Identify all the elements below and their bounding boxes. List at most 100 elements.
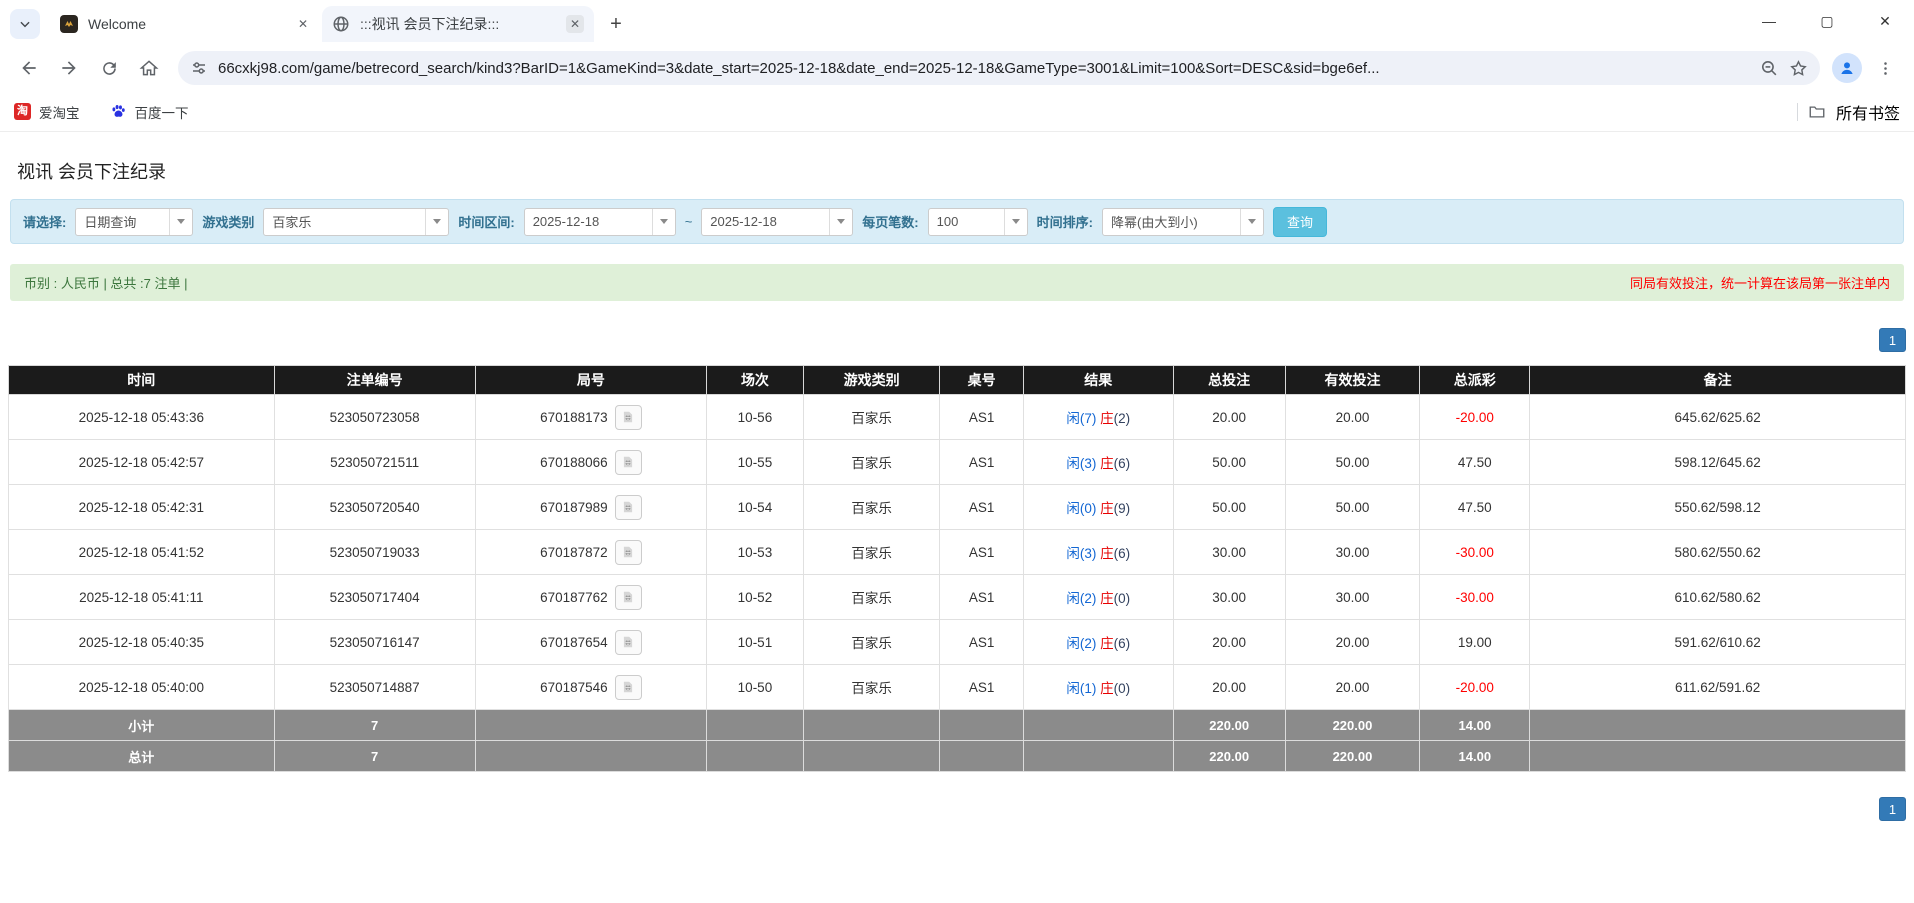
replay-media-button[interactable] <box>615 495 642 520</box>
tab-welcome[interactable]: Welcome ✕ <box>50 6 322 42</box>
per-page-select[interactable]: 100 <box>928 208 1028 236</box>
replay-media-button[interactable] <box>615 630 642 655</box>
baidu-paw-icon <box>110 103 127 120</box>
media-icon <box>621 635 635 649</box>
tab-title: Welcome <box>88 16 284 32</box>
table-row: 2025-12-18 05:43:36 523050723058 6701881… <box>9 395 1906 440</box>
bookmark-star-icon[interactable] <box>1789 59 1808 78</box>
replay-media-button[interactable] <box>615 405 642 430</box>
site-settings-icon[interactable] <box>190 59 208 77</box>
cell-payout: -30.00 <box>1420 575 1530 620</box>
date-end-select[interactable]: 2025-12-18 <box>701 208 853 236</box>
cell-time: 2025-12-18 05:40:00 <box>9 665 275 710</box>
cell-bet-id: 523050717404 <box>274 575 475 620</box>
maximize-button[interactable]: ▢ <box>1798 4 1856 38</box>
header-valid-bet: 有效投注 <box>1285 366 1420 395</box>
result-banker: 庄 <box>1100 546 1114 561</box>
tab-betrecord[interactable]: :::视讯 会员下注纪录::: ✕ <box>322 6 594 42</box>
address-bar[interactable]: 66cxkj98.com/game/betrecord_search/kind3… <box>178 51 1820 85</box>
cell-total-bet[interactable]: 30.00 <box>1173 530 1285 575</box>
page-title: 视讯 会员下注纪录 <box>0 132 1914 184</box>
forward-button[interactable] <box>52 51 86 85</box>
bookmark-aitaobao[interactable]: 淘 爱淘宝 <box>14 102 80 122</box>
game-kind-label: 游戏类别 <box>202 212 254 231</box>
cell-round: 670187546 <box>475 665 706 710</box>
cell-bet-id: 523050721511 <box>274 440 475 485</box>
round-number: 670187762 <box>540 590 608 605</box>
reload-button[interactable] <box>92 51 126 85</box>
cell-total-bet[interactable]: 20.00 <box>1173 665 1285 710</box>
header-note: 备注 <box>1530 366 1906 395</box>
game-kind-select[interactable]: 百家乐 <box>263 208 449 236</box>
cell-valid-bet: 20.00 <box>1285 620 1420 665</box>
cell-game: 百家乐 <box>803 575 940 620</box>
cell-game: 百家乐 <box>803 620 940 665</box>
cell-total-bet[interactable]: 20.00 <box>1173 620 1285 665</box>
cell-total-bet[interactable]: 50.00 <box>1173 440 1285 485</box>
cell-session: 10-56 <box>707 395 804 440</box>
bookmarks-bar: 淘 爱淘宝 百度一下 所有书签 <box>0 92 1914 132</box>
cell-game: 百家乐 <box>803 440 940 485</box>
summary-notice: 同局有效投注，统一计算在该局第一张注单内 <box>1630 273 1890 292</box>
bookmark-baidu[interactable]: 百度一下 <box>110 102 189 122</box>
tab-close-icon[interactable]: ✕ <box>294 15 312 33</box>
all-bookmarks[interactable]: 所有书签 <box>1797 100 1900 124</box>
replay-media-button[interactable] <box>615 585 642 610</box>
bookmark-label: 百度一下 <box>135 102 189 122</box>
close-button[interactable]: ✕ <box>1856 4 1914 38</box>
cell-game: 百家乐 <box>803 395 940 440</box>
three-dots-icon <box>1877 60 1894 77</box>
page-1-button[interactable]: 1 <box>1879 328 1906 352</box>
header-round: 局号 <box>475 366 706 395</box>
cell-total-bet[interactable]: 50.00 <box>1173 485 1285 530</box>
chevron-down-icon <box>18 17 32 31</box>
cell-game: 百家乐 <box>803 485 940 530</box>
cell-note: 611.62/591.62 <box>1530 665 1906 710</box>
replay-media-button[interactable] <box>615 675 642 700</box>
cell-time: 2025-12-18 05:43:36 <box>9 395 275 440</box>
table-row: 2025-12-18 05:41:52 523050719033 6701878… <box>9 530 1906 575</box>
range-tilde: ~ <box>685 214 693 229</box>
taobao-icon: 淘 <box>14 103 31 120</box>
cell-payout: -30.00 <box>1420 530 1530 575</box>
divider <box>1797 103 1798 121</box>
url-text[interactable]: 66cxkj98.com/game/betrecord_search/kind3… <box>218 60 1750 77</box>
tab-close-icon[interactable]: ✕ <box>566 15 584 33</box>
result-player: 闲(1) <box>1066 681 1096 696</box>
cell-session: 10-51 <box>707 620 804 665</box>
result-player: 闲(2) <box>1066 636 1096 651</box>
replay-media-button[interactable] <box>615 540 642 565</box>
replay-media-button[interactable] <box>615 450 642 475</box>
cell-round: 670187762 <box>475 575 706 620</box>
zoom-out-icon[interactable] <box>1760 59 1779 78</box>
subtotal-row: 小计 7 220.00 220.00 14.00 <box>9 710 1906 741</box>
cell-total-bet[interactable]: 20.00 <box>1173 395 1285 440</box>
sort-select[interactable]: 降幂(由大到小) <box>1102 208 1264 236</box>
page-1-button[interactable]: 1 <box>1879 797 1906 821</box>
bet-records-table: 时间 注单编号 局号 场次 游戏类别 桌号 结果 总投注 有效投注 总派彩 备注… <box>8 365 1906 772</box>
cell-payout: 47.50 <box>1420 440 1530 485</box>
window-controls: — ▢ ✕ <box>1740 4 1914 38</box>
profile-avatar[interactable] <box>1832 53 1862 83</box>
date-range-label: 时间区间: <box>458 212 514 231</box>
back-button[interactable] <box>12 51 46 85</box>
cell-round: 670187654 <box>475 620 706 665</box>
table-row: 2025-12-18 05:42:57 523050721511 6701880… <box>9 440 1906 485</box>
cell-bet-id: 523050719033 <box>274 530 475 575</box>
cell-session: 10-50 <box>707 665 804 710</box>
search-button[interactable]: 查询 <box>1273 207 1327 237</box>
result-banker: 庄 <box>1100 681 1114 696</box>
pagination-bottom: 1 <box>0 797 1914 821</box>
cell-note: 610.62/580.62 <box>1530 575 1906 620</box>
cell-total-bet[interactable]: 30.00 <box>1173 575 1285 620</box>
tab-search-button[interactable] <box>10 9 40 39</box>
menu-button[interactable] <box>1868 51 1902 85</box>
minimize-button[interactable]: — <box>1740 4 1798 38</box>
result-banker: 庄 <box>1100 456 1114 471</box>
cell-table: AS1 <box>940 620 1023 665</box>
date-start-select[interactable]: 2025-12-18 <box>524 208 676 236</box>
cell-game: 百家乐 <box>803 665 940 710</box>
home-button[interactable] <box>132 51 166 85</box>
query-type-select[interactable]: 日期查询 <box>75 208 193 236</box>
new-tab-button[interactable]: + <box>602 10 630 38</box>
